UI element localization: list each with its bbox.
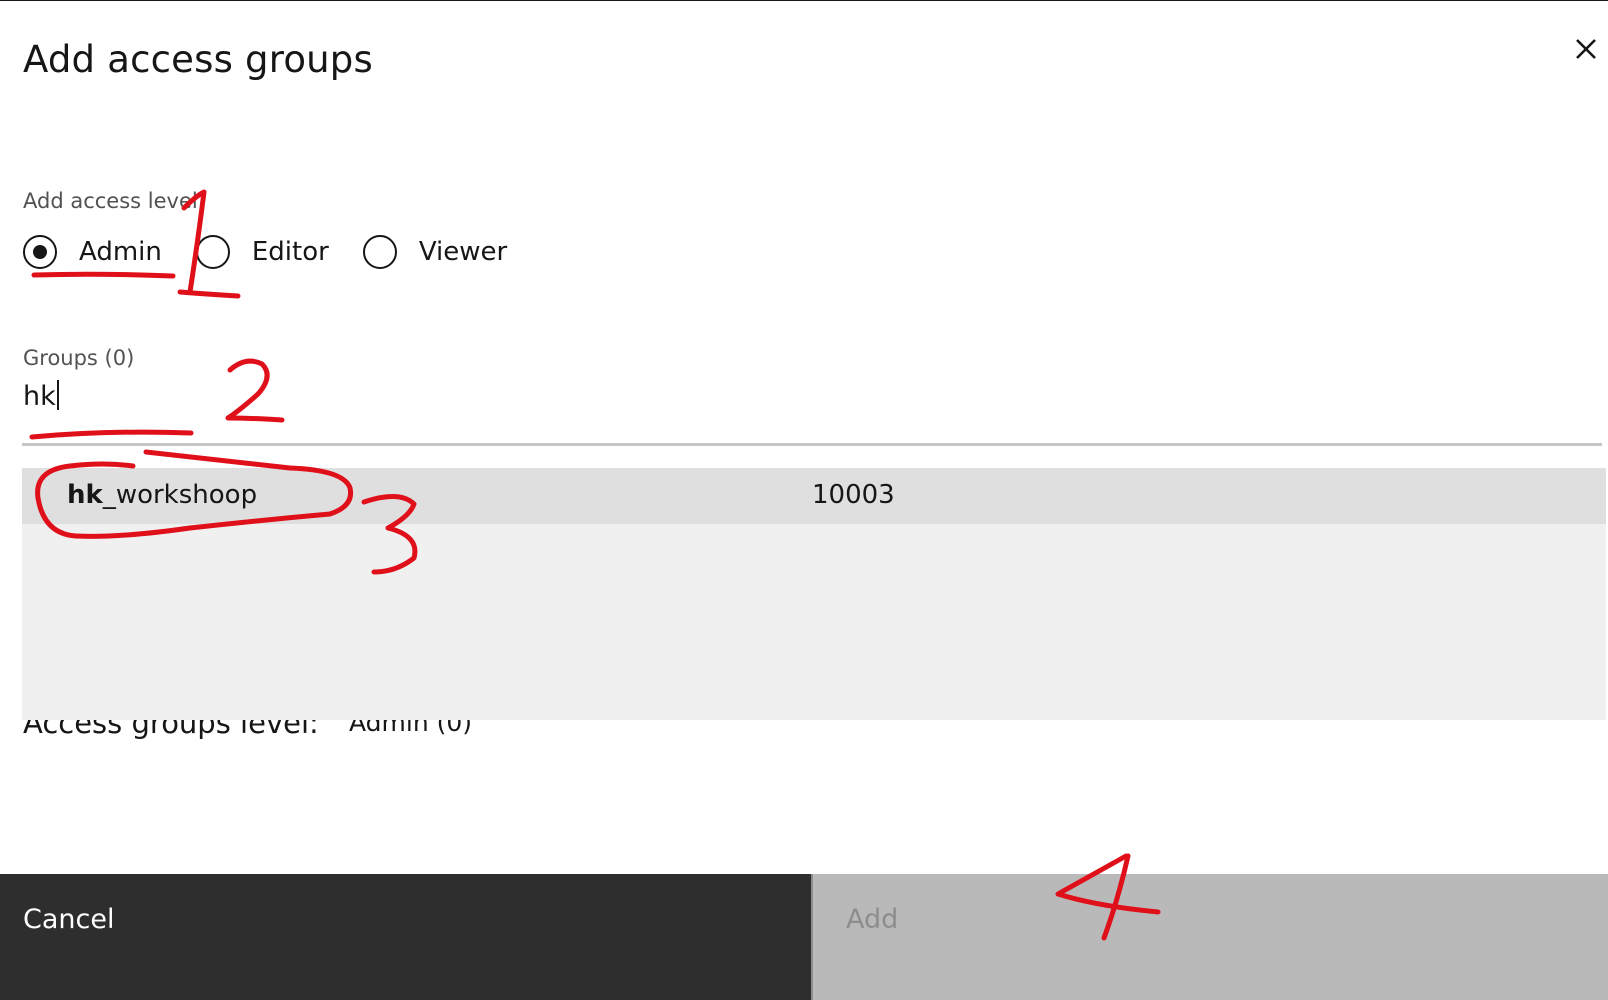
radio-editor[interactable]: Editor bbox=[195, 235, 329, 269]
access-level-radio-group: Admin Editor Viewer bbox=[23, 230, 541, 274]
radio-admin[interactable]: Admin bbox=[23, 235, 162, 269]
modal-footer: Cancel Add bbox=[0, 874, 1608, 1000]
annotation-underline-1 bbox=[31, 271, 176, 279]
radio-viewer[interactable]: Viewer bbox=[362, 235, 508, 269]
groups-search-input[interactable]: hk bbox=[23, 380, 59, 412]
radio-editor-label: Editor bbox=[251, 237, 329, 267]
group-option-id: 10003 bbox=[812, 480, 895, 510]
top-border bbox=[0, 0, 1608, 1]
radio-unchecked-icon[interactable] bbox=[362, 235, 397, 269]
radio-admin-label: Admin bbox=[79, 237, 162, 267]
group-option-name: hk_workshoop bbox=[67, 480, 257, 510]
group-option-row[interactable]: hk_workshoop 10003 bbox=[22, 468, 1606, 524]
modal-title: Add access groups bbox=[23, 38, 373, 81]
close-icon[interactable] bbox=[1570, 33, 1602, 65]
groups-search-text: hk bbox=[23, 381, 56, 412]
annotation-number-2 bbox=[225, 358, 285, 423]
annotation-underline-2 bbox=[29, 429, 194, 440]
radio-viewer-label: Viewer bbox=[418, 237, 508, 267]
radio-unchecked-icon[interactable] bbox=[195, 235, 230, 269]
group-name-rest: _workshoop bbox=[102, 480, 258, 510]
access-level-label: Add access level bbox=[23, 189, 198, 213]
cancel-button[interactable]: Cancel bbox=[0, 874, 811, 1000]
group-name-match: hk bbox=[67, 480, 103, 510]
add-button[interactable]: Add bbox=[811, 874, 1608, 1000]
groups-label: Groups (0) bbox=[23, 346, 135, 370]
search-input-underline bbox=[22, 443, 1602, 446]
text-cursor bbox=[56, 380, 59, 410]
radio-checked-icon[interactable] bbox=[23, 235, 57, 269]
groups-dropdown: hk_workshoop 10003 bbox=[22, 468, 1606, 720]
